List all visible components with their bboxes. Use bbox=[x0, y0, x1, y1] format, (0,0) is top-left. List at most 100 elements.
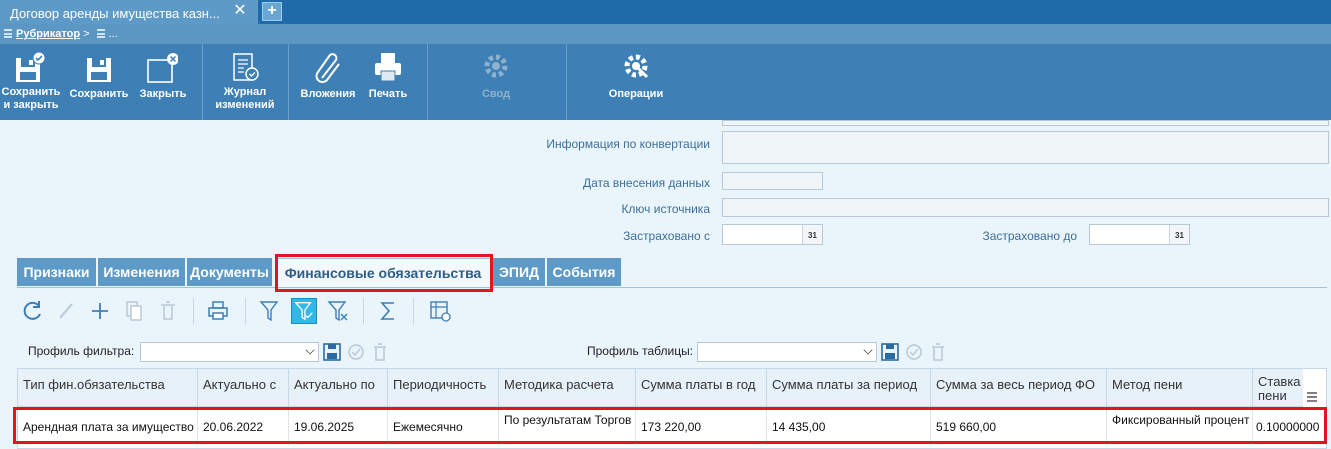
table-cell: 19.06.2025 bbox=[289, 409, 388, 445]
upper-text-field[interactable] bbox=[722, 120, 1329, 126]
table-cell: 519 660,00 bbox=[931, 409, 1107, 445]
breadcrumb-root-link[interactable]: Рубрикатор bbox=[16, 28, 80, 40]
attachments-label: Вложения bbox=[300, 88, 356, 100]
column-header[interactable]: Методика расчета bbox=[499, 369, 636, 407]
delete-table-profile-icon[interactable] bbox=[928, 341, 948, 363]
breadcrumb-current[interactable]: ... bbox=[109, 28, 118, 40]
insured-from-label: Застраховано с bbox=[623, 229, 710, 243]
summary-label: Свод bbox=[481, 88, 511, 100]
save-and-close-label: Сохранить и закрыть bbox=[1, 86, 61, 111]
print-button[interactable]: Печать bbox=[362, 44, 414, 120]
toolbar-divider bbox=[202, 44, 203, 120]
chevron-down-icon bbox=[863, 345, 873, 355]
calendar-icon[interactable]: 31 bbox=[1169, 225, 1189, 244]
grid-toolbar-divider bbox=[363, 298, 364, 324]
source-key-label: Ключ источника bbox=[621, 202, 710, 216]
column-header[interactable]: Сумма за весь период ФО bbox=[931, 369, 1107, 407]
tab-events[interactable]: События bbox=[547, 258, 621, 286]
conversion-info-label: Информация по конвертации bbox=[546, 137, 710, 151]
paperclip-icon bbox=[315, 53, 340, 83]
save-table-profile-icon[interactable] bbox=[880, 341, 900, 363]
refresh-icon[interactable] bbox=[19, 298, 45, 324]
close-button[interactable]: Закрыть bbox=[136, 44, 190, 120]
document-tab[interactable]: Договор аренды имущества казн... bbox=[0, 0, 258, 24]
save-button[interactable]: Сохранить bbox=[66, 44, 132, 120]
column-header[interactable]: Сумма платы за период bbox=[767, 369, 931, 407]
sum-icon[interactable] bbox=[375, 298, 401, 324]
column-header[interactable]: Актуально с bbox=[198, 369, 289, 407]
toolbar-divider bbox=[288, 44, 289, 120]
table-cell: 14 435,00 bbox=[767, 409, 931, 445]
entry-date-field[interactable] bbox=[722, 172, 823, 190]
close-label: Закрыть bbox=[139, 88, 187, 100]
operations-label: Операции bbox=[608, 88, 664, 100]
attachments-button[interactable]: Вложения bbox=[298, 44, 358, 120]
toolbar-divider bbox=[427, 44, 428, 120]
table-settings-icon[interactable] bbox=[427, 298, 453, 324]
print-label: Печать bbox=[368, 88, 408, 100]
filter-icon[interactable] bbox=[257, 298, 283, 324]
new-tab-button[interactable]: + bbox=[262, 2, 282, 21]
gear-wrench-icon bbox=[624, 54, 649, 79]
filter-clear-icon[interactable] bbox=[325, 298, 351, 324]
trash-icon[interactable] bbox=[155, 298, 181, 324]
tab-changes[interactable]: Изменения bbox=[98, 258, 185, 286]
save-close-icon bbox=[16, 51, 46, 82]
tab-epid[interactable]: ЭПИД bbox=[493, 258, 545, 286]
delete-profile-icon[interactable] bbox=[370, 341, 390, 363]
column-header[interactable]: Тип фин.обязательства bbox=[18, 369, 198, 407]
filter-profile-select[interactable] bbox=[140, 342, 319, 362]
summary-button[interactable]: Свод bbox=[464, 44, 528, 120]
tab-attributes[interactable]: Признаки bbox=[17, 258, 96, 286]
tab-documents[interactable]: Документы bbox=[187, 258, 272, 286]
save-profile-icon[interactable] bbox=[322, 341, 342, 363]
reset-table-profile-icon[interactable] bbox=[904, 341, 924, 363]
toolbar-divider bbox=[566, 44, 567, 120]
print-icon[interactable] bbox=[205, 298, 231, 324]
table-profile-label: Профиль таблицы: bbox=[587, 344, 694, 358]
operations-button[interactable]: Операции bbox=[600, 44, 672, 120]
window-tab-strip: Договор аренды имущества казн... ✕ + bbox=[0, 0, 1331, 24]
table-cell: Ежемесячно bbox=[388, 409, 499, 445]
breadcrumb-separator: > bbox=[83, 28, 90, 40]
grid-toolbar bbox=[17, 294, 1327, 330]
column-header[interactable]: Ставка пени bbox=[1253, 369, 1303, 407]
save-and-close-button[interactable]: Сохранить и закрыть bbox=[0, 44, 62, 120]
close-tab-icon[interactable]: ✕ bbox=[232, 3, 248, 19]
conversion-info-field[interactable] bbox=[722, 131, 1329, 164]
change-journal-label: Журнал изменений bbox=[215, 86, 275, 111]
gear-disabled-icon bbox=[484, 54, 508, 78]
column-header[interactable]: Метод пени bbox=[1107, 369, 1253, 407]
list-icon bbox=[96, 29, 105, 38]
close-window-icon bbox=[147, 53, 178, 83]
copy-icon[interactable] bbox=[121, 298, 147, 324]
document-tab-title: Договор аренды имущества казн... bbox=[10, 6, 220, 21]
calendar-icon[interactable]: 31 bbox=[802, 225, 822, 244]
table-cell: По результатам Торгов bbox=[499, 409, 636, 445]
grid-toolbar-divider bbox=[245, 298, 246, 324]
table-profile-select[interactable] bbox=[697, 342, 877, 362]
chevron-down-icon bbox=[305, 345, 315, 355]
grid-toolbar-divider bbox=[413, 298, 414, 324]
insured-from-date-input[interactable]: 31 bbox=[722, 224, 823, 245]
tab-financial-obligations[interactable]: Финансовые обязательства bbox=[275, 258, 491, 288]
change-journal-button[interactable]: Журнал изменений bbox=[212, 44, 278, 120]
journal-icon bbox=[233, 53, 259, 81]
column-header[interactable]: Сумма платы в год bbox=[636, 369, 767, 407]
printer-icon bbox=[375, 53, 401, 82]
edit-icon[interactable] bbox=[53, 298, 79, 324]
insured-to-label: Застраховано до bbox=[982, 229, 1077, 243]
column-header[interactable]: Актуально по bbox=[289, 369, 388, 407]
floppy-icon bbox=[87, 58, 111, 82]
insured-to-date-input[interactable]: 31 bbox=[1089, 224, 1190, 245]
add-icon[interactable] bbox=[87, 298, 113, 324]
table-cell: Арендная плата за имущество bbox=[18, 409, 198, 445]
table-cell: 0.10000000 bbox=[1256, 420, 1320, 434]
source-key-field[interactable] bbox=[722, 198, 1329, 217]
reset-profile-icon[interactable] bbox=[346, 341, 366, 363]
column-menu-icon[interactable] bbox=[1306, 391, 1318, 403]
financial-obligations-table: Тип фин.обязательства Актуально с Актуал… bbox=[17, 368, 1327, 449]
filter-apply-icon[interactable] bbox=[291, 298, 317, 324]
table-cell: 20.06.2022 bbox=[198, 409, 289, 445]
column-header[interactable]: Периодичность bbox=[388, 369, 499, 407]
